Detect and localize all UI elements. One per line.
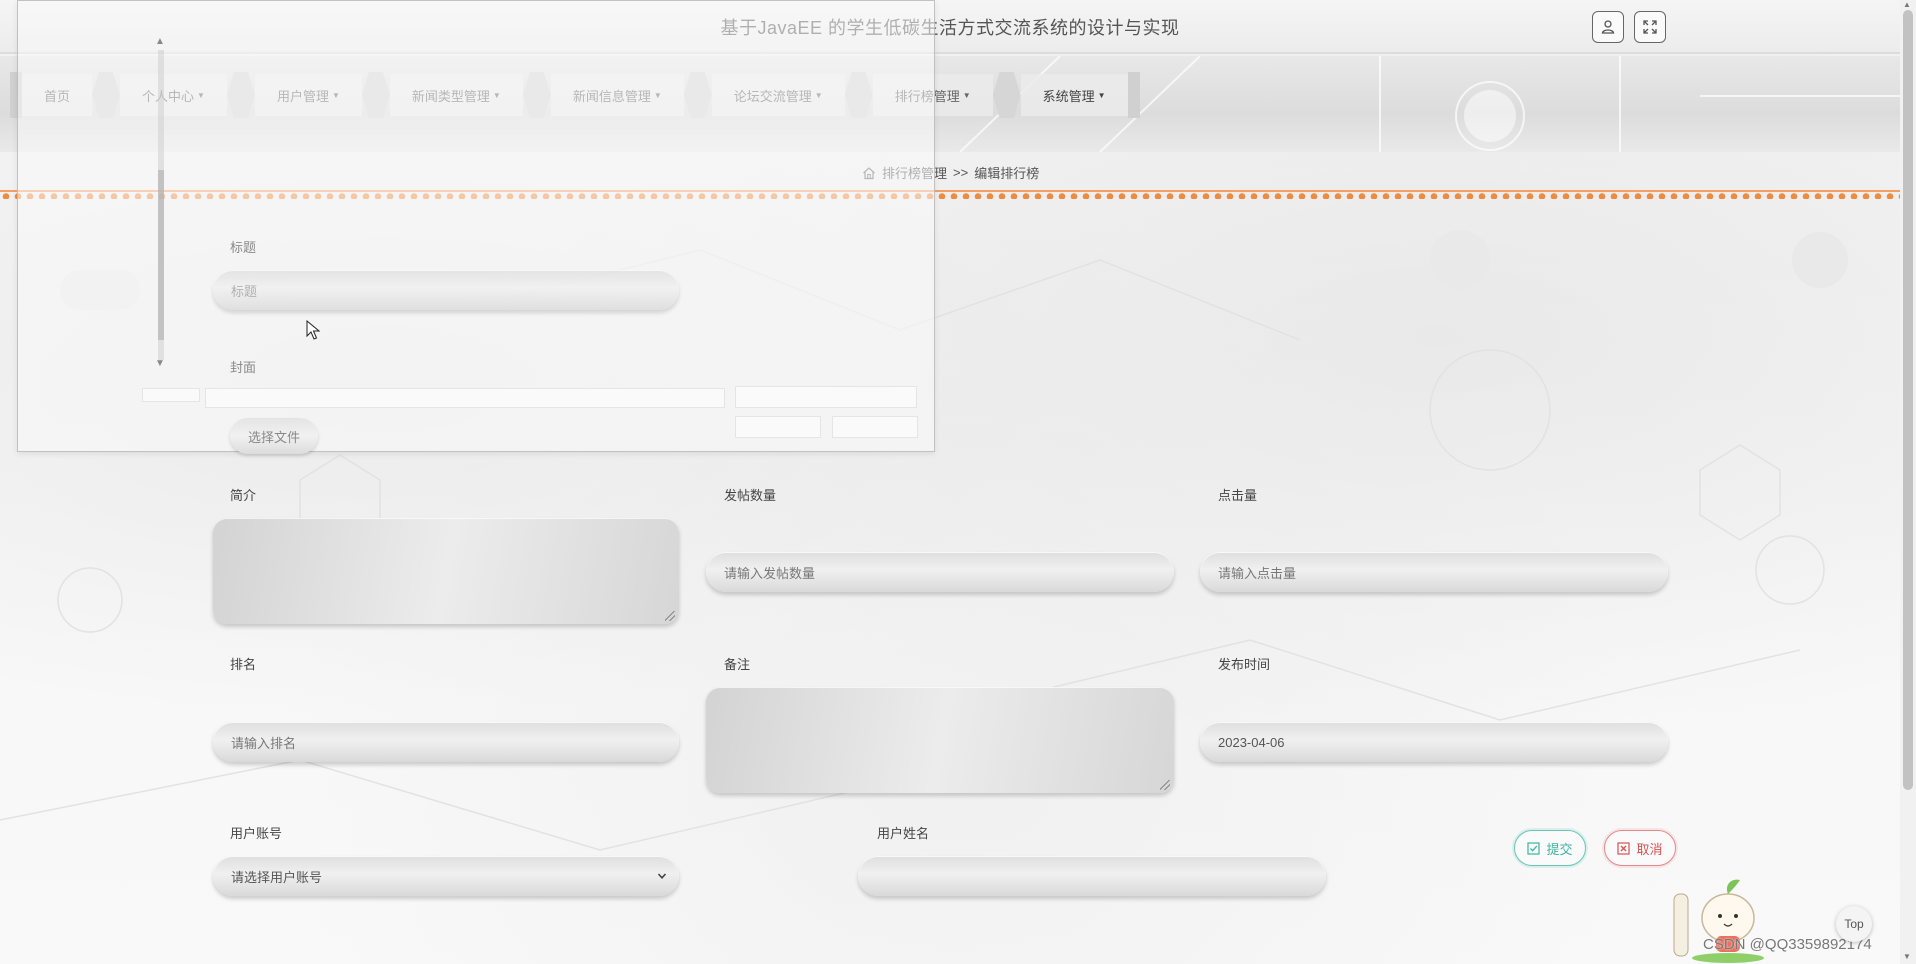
post-count-input[interactable]: 请输入发帖数量 xyxy=(706,552,1174,592)
check-square-icon xyxy=(1527,841,1541,855)
submit-label: 提交 xyxy=(1546,841,1573,857)
cancel-button[interactable]: 取消 xyxy=(1604,830,1676,866)
close-square-icon xyxy=(1617,841,1631,855)
cancel-label: 取消 xyxy=(1636,841,1663,857)
user-name-label: 用户姓名 xyxy=(877,826,930,841)
edit-ranking-form: 标题 标题 封面 选择文件 简介 发帖数量 请输入发帖数量 点击量 请输入点击量… xyxy=(0,0,1916,964)
user-account-label: 用户账号 xyxy=(230,826,283,841)
post-count-label: 发帖数量 xyxy=(724,488,777,503)
clicks-input[interactable]: 请输入点击量 xyxy=(1200,552,1668,592)
user-name-input[interactable] xyxy=(858,856,1326,896)
remark-label: 备注 xyxy=(724,657,751,672)
page-scrollbar[interactable]: ▲ ▼ xyxy=(1900,0,1916,964)
clicks-label: 点击量 xyxy=(1218,488,1258,503)
user-account-select[interactable]: 请选择用户账号 xyxy=(213,856,679,896)
title-input[interactable]: 标题 xyxy=(213,270,679,310)
user-account-selected: 请选择用户账号 xyxy=(231,869,323,885)
intro-textarea[interactable] xyxy=(213,518,679,624)
resize-grip-icon[interactable] xyxy=(1160,780,1170,790)
scroll-up-icon[interactable]: ▲ xyxy=(1903,0,1911,9)
remark-textarea[interactable] xyxy=(706,687,1174,793)
scroll-down-icon[interactable]: ▼ xyxy=(1903,952,1911,961)
page-scroll-thumb[interactable] xyxy=(1903,10,1913,790)
publish-time-label: 发布时间 xyxy=(1218,657,1271,672)
submit-button[interactable]: 提交 xyxy=(1514,830,1586,866)
intro-label: 简介 xyxy=(230,488,257,503)
cover-label: 封面 xyxy=(230,360,257,375)
rank-input[interactable]: 请输入排名 xyxy=(213,722,679,762)
mouse-cursor-icon xyxy=(306,320,320,340)
title-label: 标题 xyxy=(230,240,257,255)
publish-time-input[interactable]: 2023-04-06 xyxy=(1200,722,1668,762)
chevron-down-icon xyxy=(657,873,667,879)
choose-file-button[interactable]: 选择文件 xyxy=(230,418,318,454)
back-to-top-button[interactable]: Top xyxy=(1836,906,1872,942)
rank-label: 排名 xyxy=(230,657,257,672)
resize-grip-icon[interactable] xyxy=(665,611,675,621)
